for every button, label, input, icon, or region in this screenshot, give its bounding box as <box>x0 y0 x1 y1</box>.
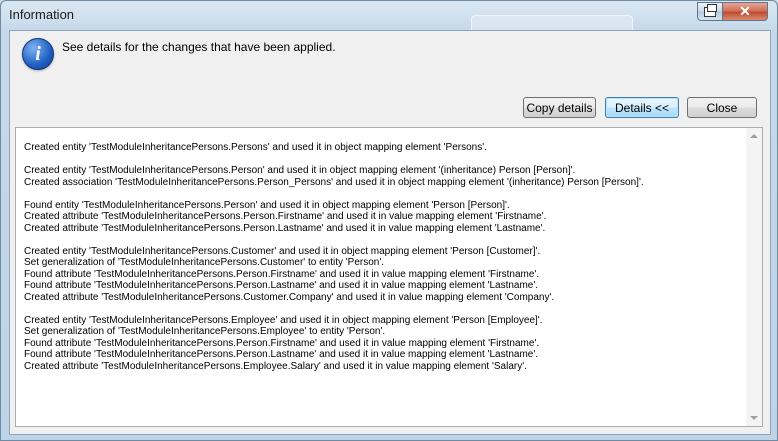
details-line: Created entity 'TestModuleInheritancePer… <box>24 142 487 153</box>
details-line: Found attribute 'TestModuleInheritancePe… <box>24 268 540 280</box>
details-line: Created entity 'TestModuleInheritancePer… <box>24 165 576 176</box>
scroll-down-icon[interactable] <box>750 416 758 420</box>
details-line: Created entity 'TestModuleInheritancePer… <box>24 245 541 257</box>
details-line: Set generalization of 'TestModuleInherit… <box>24 326 386 337</box>
details-block: Created entity 'TestModuleInheritancePer… <box>24 142 744 154</box>
close-button[interactable]: Close <box>687 97 757 118</box>
details-block: Created entity 'TestModuleInheritancePer… <box>24 165 744 188</box>
details-line: Created entity 'TestModuleInheritancePer… <box>24 314 543 326</box>
restore-icon <box>704 3 717 17</box>
details-line: Created attribute 'TestModuleInheritance… <box>24 291 555 303</box>
details-block: Found entity 'TestModuleInheritancePerso… <box>24 200 744 235</box>
details-content: Created entity 'TestModuleInheritancePer… <box>24 142 744 384</box>
details-line: Found attribute 'TestModuleInheritancePe… <box>24 337 540 349</box>
copy-details-button[interactable]: Copy details <box>523 97 596 118</box>
details-textarea[interactable]: Created entity 'TestModuleInheritancePer… <box>15 127 763 427</box>
details-line: Set generalization of 'TestModuleInherit… <box>24 257 385 268</box>
details-line: Created attribute 'TestModuleInheritance… <box>24 360 527 372</box>
window-title: Information <box>9 7 75 22</box>
details-block: Created entity 'TestModuleInheritancePer… <box>24 315 744 373</box>
details-line: Created association 'TestModuleInheritan… <box>24 176 644 188</box>
dialog-message: See details for the changes that have be… <box>62 40 336 54</box>
window-close-button[interactable]: ✕ <box>722 2 768 21</box>
details-line: Found attribute 'TestModuleInheritancePe… <box>24 280 539 291</box>
information-dialog: Information ✕ i See details for the chan… <box>0 0 778 441</box>
restore-button[interactable] <box>697 2 723 21</box>
vertical-scrollbar[interactable] <box>746 128 762 426</box>
scroll-up-icon[interactable] <box>750 134 758 138</box>
details-toggle-button[interactable]: Details << <box>605 97 679 118</box>
dialog-body: i See details for the changes that have … <box>9 30 771 435</box>
details-line: Found entity 'TestModuleInheritancePerso… <box>24 199 510 211</box>
close-icon: ✕ <box>739 3 751 19</box>
details-line: Created attribute 'TestModuleInheritance… <box>24 222 546 234</box>
details-line: Created attribute 'TestModuleInheritance… <box>24 211 547 222</box>
information-icon: i <box>22 38 54 70</box>
details-line: Found attribute 'TestModuleInheritancePe… <box>24 349 539 360</box>
details-block: Created entity 'TestModuleInheritancePer… <box>24 246 744 304</box>
title-bar[interactable]: Information ✕ <box>1 1 777 36</box>
